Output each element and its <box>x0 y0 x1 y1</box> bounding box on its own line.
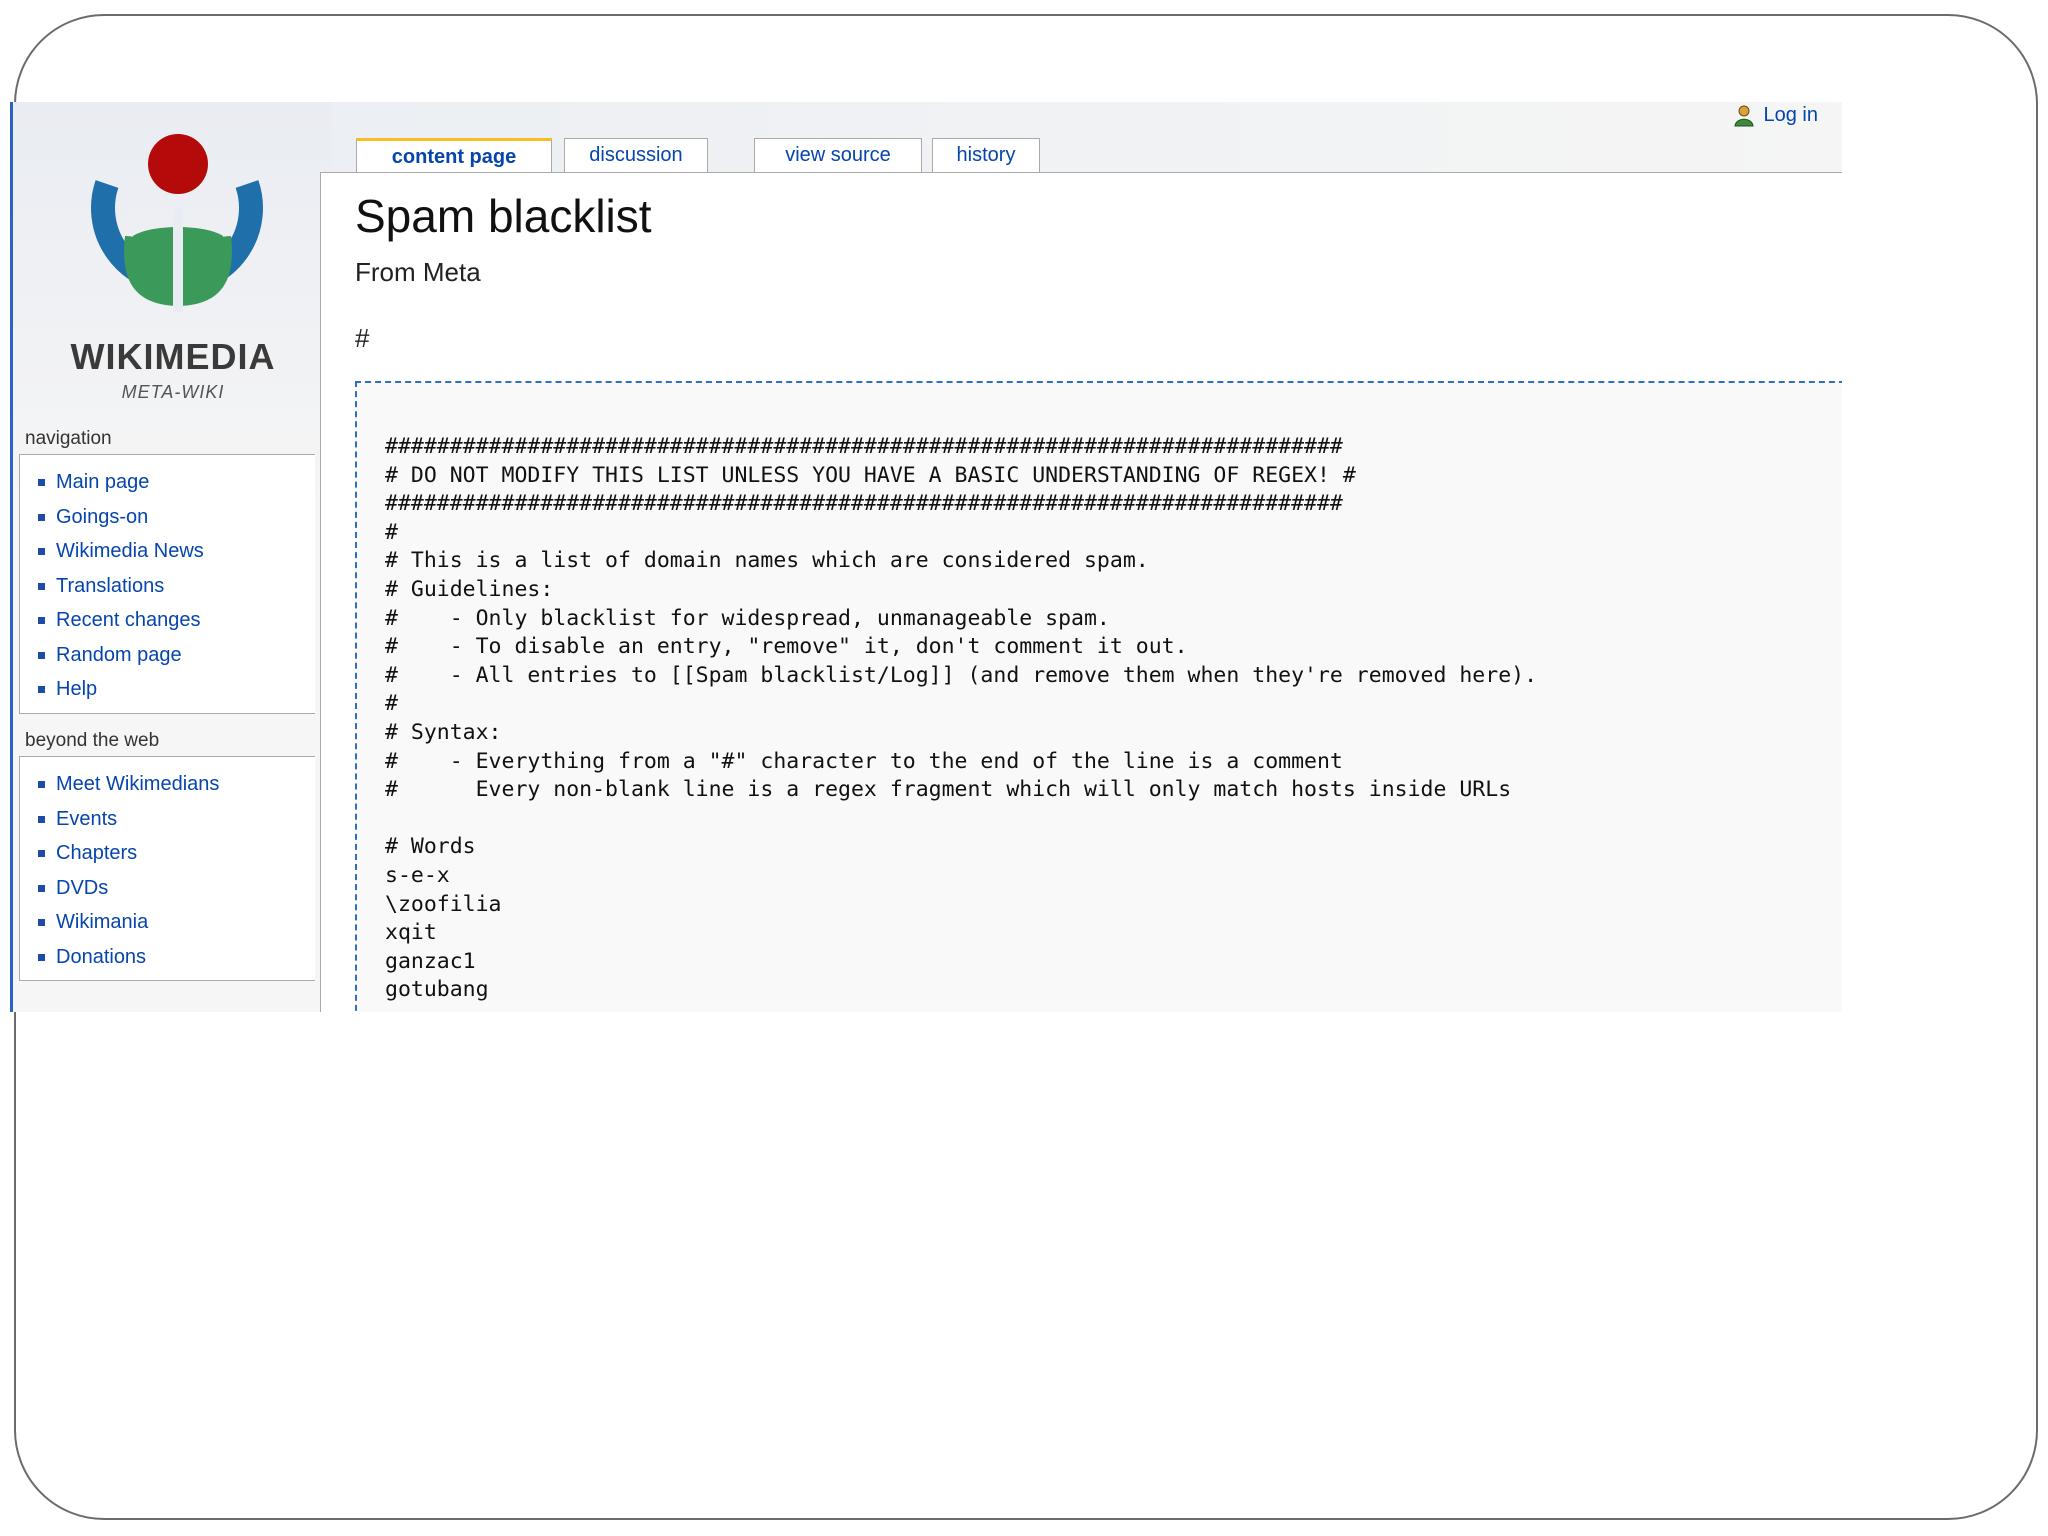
wikimedia-logo[interactable]: WIKIMEDIA META-WIKI <box>33 124 313 424</box>
code-line: s-e-x <box>385 862 450 888</box>
bullet-icon <box>38 651 45 659</box>
site-subtitle: From Meta <box>355 257 481 287</box>
bullet-icon <box>38 513 45 521</box>
code-line: xqit <box>385 920 437 946</box>
tab-content-page[interactable]: content page <box>356 138 552 172</box>
user-icon <box>1733 105 1754 127</box>
logo-wordmark: WIKIMEDIA <box>70 336 276 377</box>
sidebar-item-label: Main page <box>56 471 150 493</box>
sidebar-item-main-page[interactable]: Main page <box>20 465 315 500</box>
sidebar-item-label: Chapters <box>56 842 138 864</box>
sidebar-item-chapters[interactable]: Chapters <box>20 836 315 871</box>
code-line: # - Everything from a "#" character to t… <box>385 748 1343 774</box>
sidebar-item-translations[interactable]: Translations <box>20 569 315 604</box>
sidebar-item-label: Wikimedia News <box>56 540 204 562</box>
sidebar-item-label: Translations <box>56 574 165 597</box>
logo-subtitle: META-WIKI <box>121 382 225 402</box>
sidebar-item-label: Events <box>56 807 118 830</box>
code-line: # Guidelines: <box>385 576 554 602</box>
sidebar-item-events[interactable]: Events <box>20 802 315 837</box>
sidebar-item-meet-wikimedians[interactable]: Meet Wikimedians <box>20 767 315 802</box>
code-line: # <box>385 519 398 545</box>
bullet-icon <box>38 548 45 555</box>
bullet-icon <box>38 919 45 926</box>
bullet-icon <box>38 815 45 823</box>
blacklist-source: ########################################… <box>385 433 1537 1005</box>
sidebar-item-label: Help <box>56 678 98 700</box>
sidebar-item-label: DVDs <box>56 876 109 899</box>
code-line: # <box>385 691 398 717</box>
sidebar-item-label: Meet Wikimedians <box>56 773 220 795</box>
code-line: # Words <box>385 834 476 860</box>
beyond-the-web-heading: beyond the web <box>25 730 160 751</box>
bullet-icon <box>38 850 45 857</box>
bullet-icon <box>38 884 45 892</box>
main-content: Spam blacklist From Meta # #############… <box>320 172 1842 1012</box>
blacklist-source-box: ########################################… <box>355 381 1842 1012</box>
sidebar-item-dvds[interactable]: DVDs <box>20 871 315 906</box>
login-label: Log in <box>1763 104 1819 126</box>
sidebar-item-label: Donations <box>56 945 147 968</box>
sidebar-item-label: Goings-on <box>56 505 149 528</box>
sidebar-item-recent-changes[interactable]: Recent changes <box>20 603 315 638</box>
sidebar-item-label: Random page <box>56 643 182 666</box>
code-line: ########################################… <box>385 434 1343 459</box>
hash-line: # <box>355 323 370 353</box>
sidebar-item-donations[interactable]: Donations <box>20 940 315 975</box>
code-line: gotubang <box>385 977 489 1003</box>
wikimedia-logo-icon <box>91 134 263 312</box>
sidebar-item-label: Recent changes <box>56 609 201 631</box>
page-title: Spam blacklist <box>355 190 652 242</box>
navigation-portlet: Main page Goings-on Wikimedia News Trans… <box>19 454 315 714</box>
sidebar-item-help[interactable]: Help <box>20 672 315 707</box>
bullet-icon <box>38 781 45 788</box>
page-tabs: content page discussion view source hist… <box>332 102 1842 172</box>
tab-history[interactable]: history <box>932 138 1040 172</box>
bullet-icon <box>38 617 45 624</box>
sidebar: WIKIMEDIA META-WIKI navigation Main page… <box>10 102 335 1012</box>
sidebar-item-wikimania[interactable]: Wikimania <box>20 905 315 940</box>
login-link[interactable]: Log in <box>1733 104 1819 127</box>
bullet-icon <box>38 953 45 961</box>
sidebar-item-label: Wikimania <box>56 911 149 933</box>
code-line: # - Only blacklist for widespread, unman… <box>385 605 1110 631</box>
navigation-heading: navigation <box>25 428 112 449</box>
wiki-screenshot: WIKIMEDIA META-WIKI navigation Main page… <box>10 102 1842 1012</box>
bullet-icon <box>38 582 45 590</box>
code-line: # DO NOT MODIFY THIS LIST UNLESS YOU HAV… <box>385 462 1356 488</box>
code-line: \zoofilia <box>385 891 502 917</box>
code-line: # This is a list of domain names which a… <box>385 548 1149 574</box>
beyond-the-web-portlet: Meet Wikimedians Events Chapters DVDs Wi… <box>19 756 315 981</box>
code-line: # Syntax: <box>385 719 502 745</box>
code-line: ########################################… <box>385 491 1343 517</box>
sidebar-item-wikimedia-news[interactable]: Wikimedia News <box>20 534 315 569</box>
sidebar-item-goings-on[interactable]: Goings-on <box>20 500 315 535</box>
tab-discussion[interactable]: discussion <box>564 138 708 172</box>
code-line: ganzac1 <box>385 948 476 974</box>
code-line: # - All entries to [[Spam blacklist/Log]… <box>385 662 1538 688</box>
bullet-icon <box>38 479 45 486</box>
sidebar-item-random-page[interactable]: Random page <box>20 638 315 673</box>
tab-view-source[interactable]: view source <box>754 138 922 172</box>
code-line: # Every non-blank line is a regex fragme… <box>385 777 1512 803</box>
code-line: # - To disable an entry, "remove" it, do… <box>385 634 1188 660</box>
bullet-icon <box>38 686 45 693</box>
